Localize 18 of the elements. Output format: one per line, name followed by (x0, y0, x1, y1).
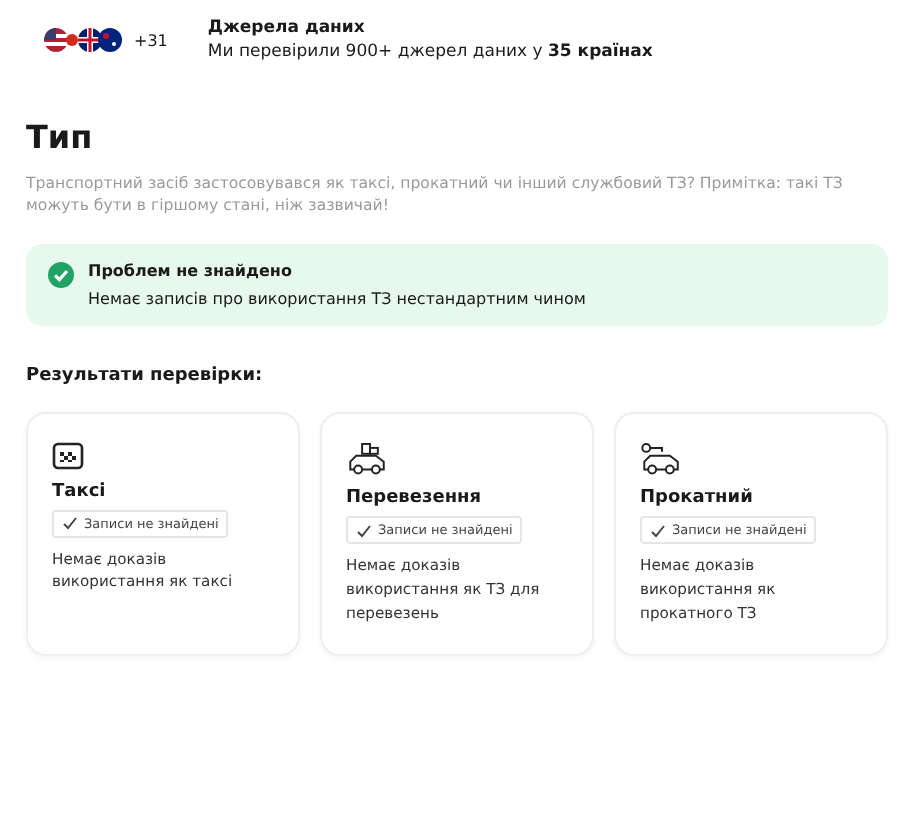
car-with-luggage-icon (346, 441, 390, 477)
sources-subtitle: Ми перевірили 900+ джерел даних у 35 країнах (207, 42, 653, 62)
sources-title: Джерела даних (207, 18, 367, 38)
card-title: Прокатний (640, 488, 753, 509)
check-icon (356, 523, 372, 538)
car-with-key-icon (640, 441, 684, 477)
alert-text: Немає записів про використання ТЗ нестандартним чином (88, 289, 586, 308)
results-title: Результати перевірки: (26, 365, 265, 386)
taxi-sign-icon (52, 441, 84, 470)
sources-count: +31 (134, 31, 168, 49)
check-circle-icon (48, 261, 74, 288)
alert-title: Проблем не знайдено (88, 261, 294, 280)
check-icon (62, 516, 78, 531)
section-title: Тип (26, 118, 95, 156)
flags-icon (42, 26, 126, 54)
card-title: Таксі (52, 481, 106, 502)
card-title: Перевезення (346, 488, 482, 509)
check-icon (650, 523, 666, 538)
